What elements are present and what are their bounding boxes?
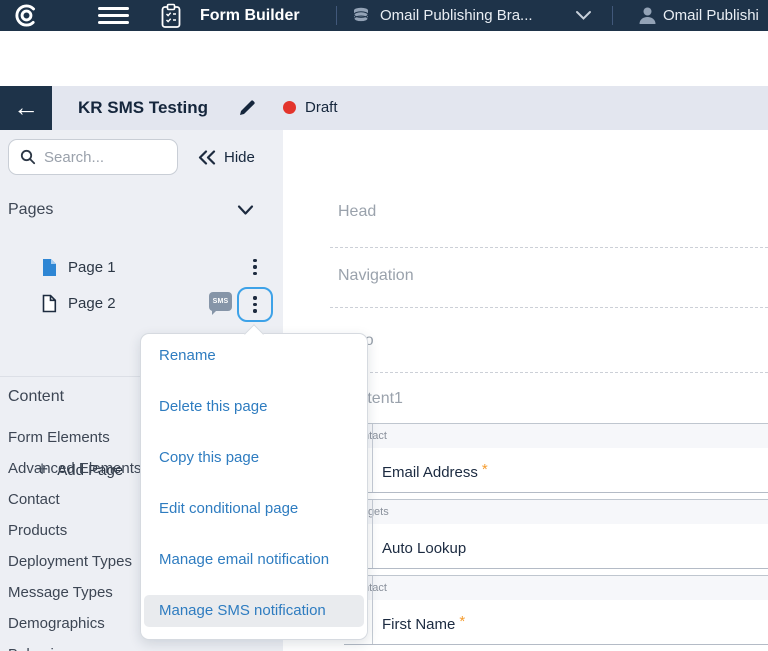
status-dot	[283, 101, 296, 114]
back-button[interactable]: ←	[0, 86, 52, 130]
form-title-bar: ← KR SMS Testing	[0, 86, 768, 130]
brand-chevron-down-icon[interactable]	[575, 9, 592, 21]
field-category-label: Contact	[344, 424, 768, 448]
field-label: Auto Lookup	[382, 540, 466, 557]
canvas-section-navigation[interactable]: Navigation	[338, 267, 414, 285]
form-name: KR SMS Testing	[78, 86, 208, 130]
pages-section-header[interactable]: Pages	[8, 201, 268, 223]
form-field-list: Contact Email Address* Widgets Auto Look…	[344, 423, 768, 651]
form-builder-clipboard-icon	[159, 3, 183, 29]
topbar-divider	[336, 6, 337, 25]
page-2-kebab-menu-button[interactable]	[237, 287, 273, 322]
edit-name-pencil-icon[interactable]	[238, 99, 256, 117]
search-icon	[20, 149, 36, 165]
field-label-row: Email Address*	[344, 448, 768, 492]
form-builder-app: Form Builder Omail Publishing Bra... Oma…	[0, 0, 768, 651]
page-label: Page 2	[68, 295, 116, 312]
sms-notification-badge: SMS	[209, 292, 232, 311]
brand-selector[interactable]: Omail Publishing Bra...	[380, 0, 533, 31]
menu-item-manage-sms-notification[interactable]: Manage SMS notification	[144, 595, 364, 627]
field-label-row: Auto Lookup	[344, 524, 768, 568]
content-section-header: Content	[8, 388, 64, 406]
page-icon-filled	[42, 258, 57, 277]
sidebar-item-behaviors[interactable]: Behaviors	[8, 639, 278, 651]
double-chevron-left-icon	[198, 150, 217, 165]
hamburger-menu-icon[interactable]	[98, 7, 129, 24]
pages-chevron-down-icon	[237, 204, 254, 216]
canvas-section-head[interactable]: Head	[338, 203, 376, 221]
topbar-divider	[612, 6, 613, 25]
field-category-label: Contact	[344, 576, 768, 600]
status-badge: Draft	[305, 86, 338, 130]
user-menu[interactable]: Omail Publishi	[663, 0, 759, 31]
menu-item-copy-page[interactable]: Copy this page	[144, 442, 364, 474]
pages-header-label: Pages	[8, 201, 53, 218]
field-auto-lookup[interactable]: Widgets Auto Lookup	[344, 499, 768, 569]
user-avatar-icon	[637, 5, 658, 26]
database-icon	[351, 6, 371, 26]
omeda-logo-icon[interactable]	[14, 3, 39, 28]
top-navigation-bar: Form Builder Omail Publishing Bra... Oma…	[0, 0, 768, 31]
required-asterisk: *	[459, 613, 465, 630]
required-asterisk: *	[482, 461, 488, 478]
page-icon-outline	[42, 294, 57, 313]
field-label-row: First Name*	[344, 600, 768, 644]
search-input[interactable]	[44, 149, 164, 166]
page-label: Page 1	[68, 259, 116, 276]
section-separator	[330, 247, 768, 248]
page-1-kebab-menu-icon[interactable]	[245, 256, 265, 278]
page-row-1[interactable]: Page 1	[0, 254, 283, 280]
field-label: Email Address	[382, 464, 478, 481]
section-separator	[330, 307, 768, 308]
menu-item-delete-page[interactable]: Delete this page	[144, 391, 364, 423]
app-title: Form Builder	[200, 0, 300, 31]
field-first-name[interactable]: Contact First Name*	[344, 575, 768, 645]
kebab-icon	[245, 294, 265, 316]
hide-sidebar-button[interactable]: Hide	[198, 144, 255, 170]
field-email-address[interactable]: Contact Email Address*	[344, 423, 768, 493]
search-box	[8, 139, 178, 175]
page-context-menu: Rename Delete this page Copy this page E…	[140, 333, 368, 640]
menu-item-edit-conditional-page[interactable]: Edit conditional page	[144, 493, 364, 525]
menu-item-manage-email-notification[interactable]: Manage email notification	[144, 544, 364, 576]
section-separator	[330, 372, 768, 373]
menu-item-rename[interactable]: Rename	[144, 340, 364, 372]
hide-label: Hide	[224, 149, 255, 166]
field-category-label: Widgets	[344, 500, 768, 524]
field-label: First Name	[382, 616, 455, 633]
